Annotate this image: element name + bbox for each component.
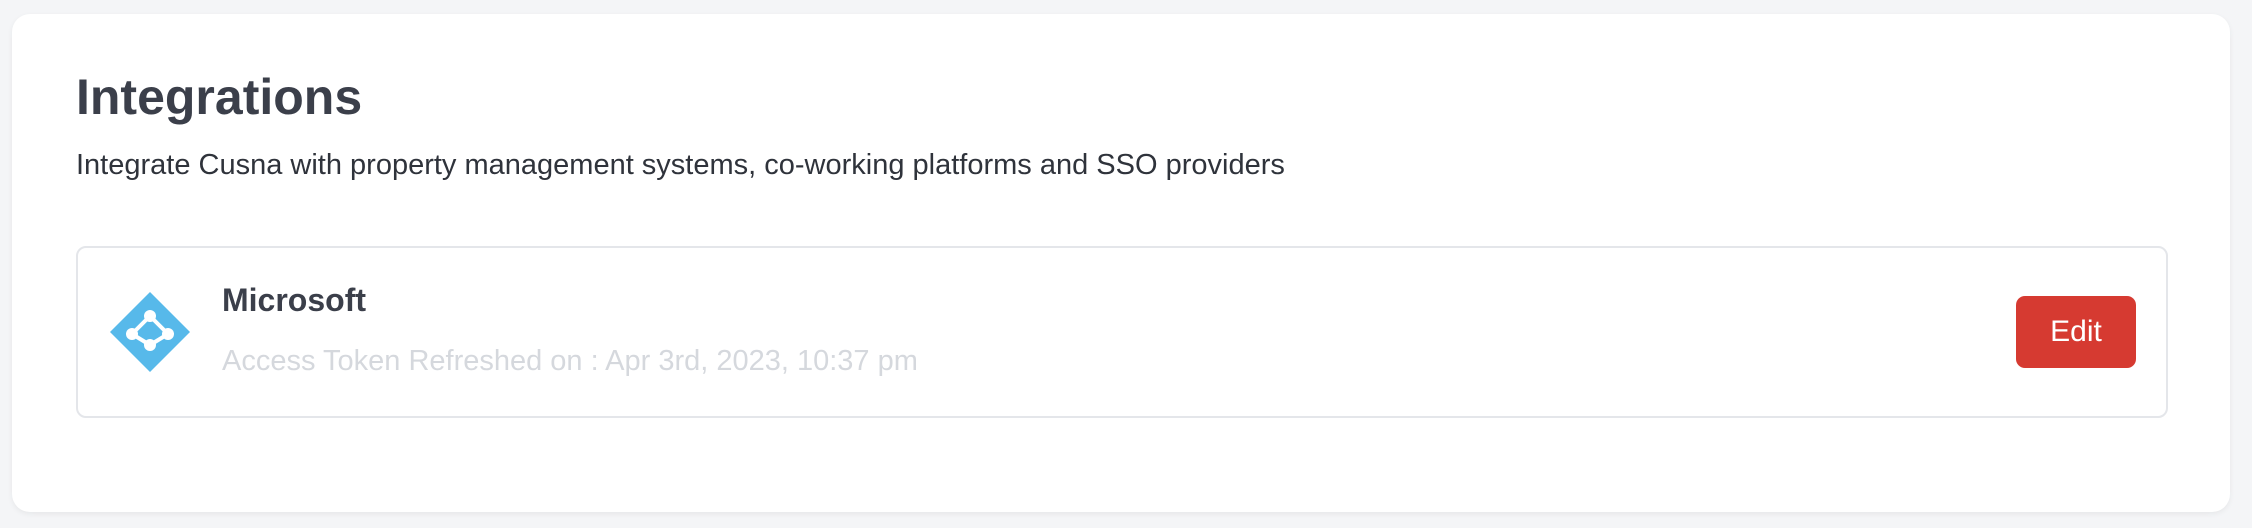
integration-name: Microsoft bbox=[222, 282, 366, 318]
integration-status: Access Token Refreshed on : Apr 3rd, 202… bbox=[222, 345, 918, 377]
integrations-card: Integrations Integrate Cusna with proper… bbox=[12, 14, 2230, 512]
azure-ad-icon bbox=[110, 292, 190, 372]
integration-item-microsoft: Microsoft Access Token Refreshed on : Ap… bbox=[76, 246, 2168, 418]
edit-button[interactable]: Edit bbox=[2016, 296, 2136, 368]
page-title: Integrations bbox=[76, 69, 363, 125]
page-subtitle: Integrate Cusna with property management… bbox=[76, 149, 1285, 181]
